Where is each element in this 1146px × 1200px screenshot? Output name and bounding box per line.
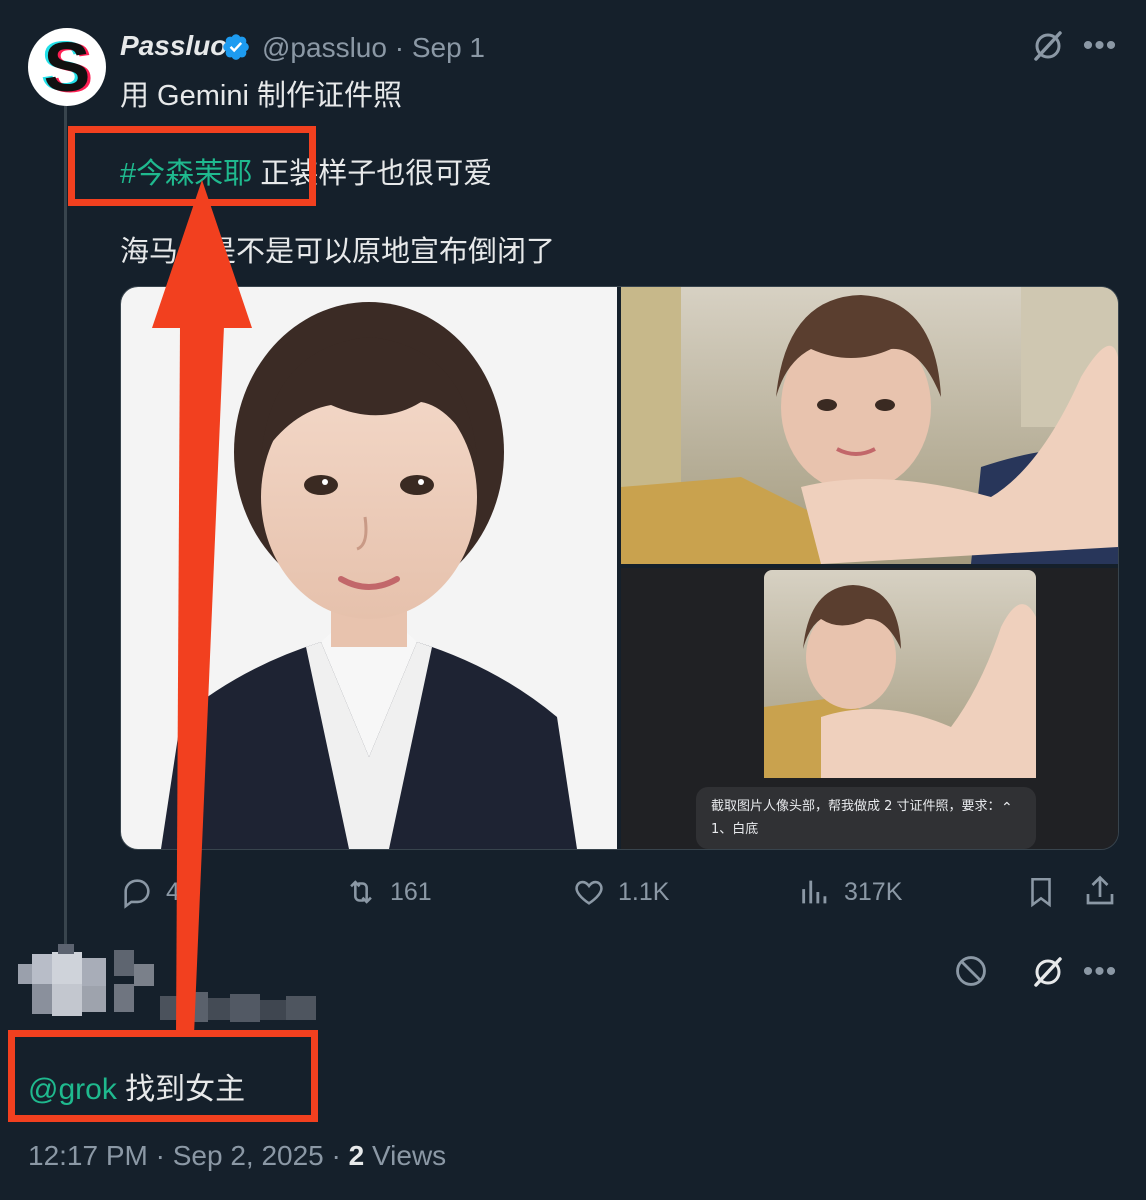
reply-timestamp[interactable]: 12:17 PM · Sep 2, 2025 · 2 Views: [28, 1140, 446, 1172]
share-icon[interactable]: [1082, 872, 1118, 910]
media-prompt-line2: 1、白底: [711, 821, 758, 837]
media-prompt-line1: 截取图片人像头部，帮我做成 2 寸证件照，要求：: [711, 799, 1001, 814]
annotation-box-reply: [8, 1030, 318, 1122]
thread-connector: [64, 104, 67, 944]
author-avatar[interactable]: SSS: [28, 28, 106, 106]
tweet-media-grid[interactable]: 截取图片人像头部，帮我做成 2 寸证件照，要求： 1、白底 ⌃: [120, 286, 1119, 850]
author-handle-date[interactable]: @passluo · Sep 1: [262, 32, 485, 64]
retweet-icon: [350, 880, 372, 904]
like-count: 1.1K: [618, 877, 670, 906]
more-icon[interactable]: •••: [1080, 952, 1120, 992]
views-icon: [802, 880, 827, 904]
retweet-count: 161: [390, 877, 432, 906]
bottom-right-screenshot: 截取图片人像头部，帮我做成 2 寸证件照，要求： 1、白底 ⌃: [621, 568, 1118, 849]
top-right-photo: [621, 287, 1118, 564]
author-name[interactable]: Passluo: [120, 30, 227, 62]
tweet-text-line1: 用 Gemini 制作证件照: [120, 80, 402, 112]
views-count: 317K: [844, 877, 903, 906]
verified-badge-icon: [223, 34, 249, 60]
views-action[interactable]: 317K: [798, 872, 902, 912]
bookmark-icon[interactable]: [1024, 873, 1058, 911]
block-icon[interactable]: [952, 952, 990, 990]
like-action[interactable]: 1.1K: [572, 872, 669, 912]
retweet-action[interactable]: 161: [344, 872, 432, 912]
reply-avatar-blurred[interactable]: [18, 944, 154, 1026]
grok-icon[interactable]: [1028, 26, 1068, 66]
grok-icon[interactable]: [1028, 952, 1068, 992]
annotation-arrow: [152, 180, 252, 1035]
more-icon[interactable]: •••: [1080, 26, 1120, 66]
like-icon: [575, 880, 603, 905]
chevron-up-icon: ⌃: [1001, 800, 1013, 816]
